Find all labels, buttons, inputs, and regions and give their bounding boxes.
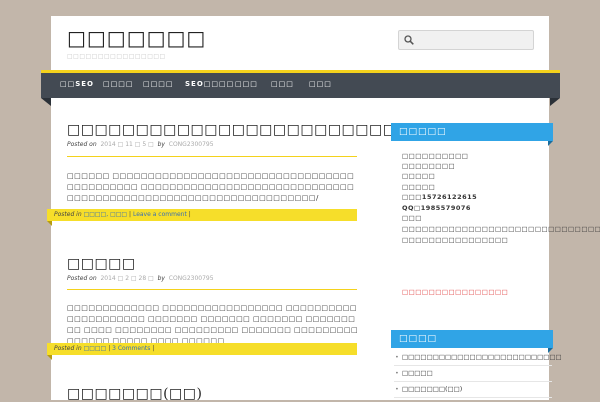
- site-title[interactable]: □□□□□□□: [67, 26, 206, 50]
- post-categories[interactable]: □□□□: [84, 345, 107, 352]
- separator: |: [108, 345, 111, 352]
- nav-item-1[interactable]: □□SEO: [60, 80, 94, 88]
- post-categories[interactable]: □□□□, □□□: [84, 211, 128, 218]
- post-title[interactable]: □□□□□: [67, 256, 136, 272]
- separator: |: [152, 345, 155, 352]
- post-excerpt: □□□□□□ □□□□□□□□□□□□□□□□□□□□□□□□□□□□□□□□□…: [67, 172, 355, 202]
- widget-fold: [548, 141, 553, 146]
- post-meta: Posted on 2014 □ 2 □ 28 □ by CONG2300795: [67, 275, 214, 282]
- divider: [67, 289, 357, 290]
- posted-in-label: Posted in: [54, 211, 82, 218]
- widget-text: □□□: [402, 214, 422, 222]
- post-author[interactable]: CONG2300795: [169, 275, 214, 282]
- search-box[interactable]: [398, 30, 534, 50]
- search-input[interactable]: [417, 33, 529, 47]
- by-label: by: [157, 275, 165, 282]
- post-bar-fold: [47, 221, 52, 226]
- comments-link[interactable]: 3 Comments: [112, 345, 150, 352]
- widget-title: □□□□□: [391, 123, 553, 141]
- recent-post-link[interactable]: □□□□□□□□□□□□□□□□□□□□□□□□□□: [394, 350, 562, 366]
- post-author[interactable]: CONG2300795: [169, 141, 214, 148]
- nav-item-3[interactable]: □□□□: [143, 80, 173, 88]
- main-navigation: □□SEO □□□□ □□□□ SEO□□□□ □□□ □□□ □□□: [41, 70, 560, 98]
- widget-text: □□□□□: [402, 172, 436, 180]
- qq-text: QQ□1985579076: [402, 204, 471, 212]
- post-title[interactable]: □□□□□□□□□□□□□□□□□□□□□□□□□□□: [67, 122, 438, 138]
- phone-text: □□□15726122615: [402, 193, 478, 201]
- posted-in-label: Posted in: [54, 345, 82, 352]
- widget-text: □□□□□□□□□□: [402, 152, 469, 160]
- contact-phone: □□□15726122615: [402, 193, 477, 201]
- divider: [67, 156, 357, 157]
- site-description: □□□□□□□□□□□□□□□□: [67, 53, 166, 60]
- nav-item-6[interactable]: □□□: [271, 80, 294, 88]
- post-excerpt: □□□□□□□□□□□□□ □□□□□□□□□□□□□□□□□ □□□□□□□□…: [67, 304, 359, 345]
- post-bar-fold: [47, 355, 52, 360]
- widget-title: □□□□: [391, 330, 553, 348]
- post-footer-bar: Posted in □□□□ | 3 Comments |: [47, 343, 357, 355]
- widget-text: □□□□□□□□□□□□□□□□□□□□□□□□□□□□□□□□: [402, 225, 600, 233]
- widget-red-link[interactable]: □□□□□□□□□□□□□□□□: [402, 288, 508, 296]
- posted-on-label: Posted on: [67, 141, 97, 148]
- nav-item-2[interactable]: □□□□: [103, 80, 133, 88]
- post-date[interactable]: 2014 □ 2 □ 28 □: [100, 275, 153, 282]
- separator: |: [188, 211, 191, 218]
- comments-link[interactable]: Leave a comment: [133, 211, 187, 218]
- search-icon: [404, 35, 414, 45]
- widget-text: □□□□□□□□□□□□□□□□: [402, 236, 509, 244]
- posted-on-label: Posted on: [67, 275, 97, 282]
- nav-fold-left: [41, 98, 51, 106]
- recent-post-link[interactable]: □□□□□□□(□□): [394, 382, 552, 398]
- post-meta: Posted on 2014 □ 11 □ 5 □ by CONG2300795: [67, 141, 214, 148]
- widget-text: □□□□□: [402, 183, 436, 191]
- post-date[interactable]: 2014 □ 11 □ 5 □: [100, 141, 153, 148]
- post-footer-bar: Posted in □□□□, □□□ | Leave a comment |: [47, 209, 357, 221]
- nav-item-4[interactable]: SEO□□□□: [185, 80, 234, 88]
- recent-post-link[interactable]: □□□□□: [394, 366, 552, 382]
- nav-fold-right: [550, 98, 560, 106]
- contact-qq: QQ□1985579076: [402, 204, 471, 212]
- nav-item-7[interactable]: □□□: [309, 80, 332, 88]
- widget-text: □□□□□□□□: [402, 162, 456, 170]
- separator: |: [129, 211, 132, 218]
- nav-item-5[interactable]: □□□: [235, 80, 258, 88]
- by-label: by: [157, 141, 165, 148]
